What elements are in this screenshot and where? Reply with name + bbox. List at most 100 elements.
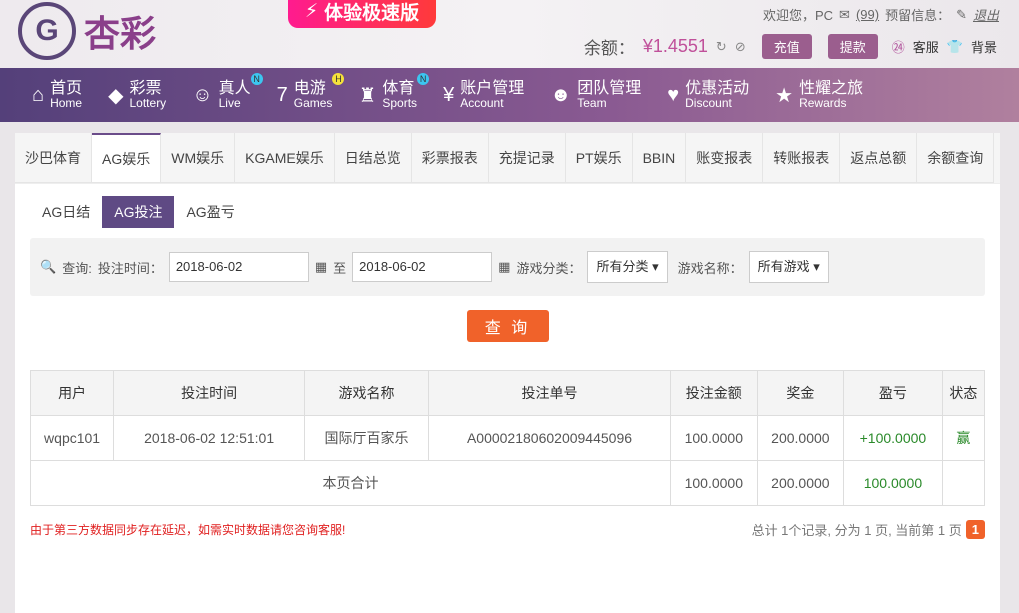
- calendar-icon[interactable]: ▦: [315, 259, 327, 275]
- category-value: 所有分类: [596, 259, 649, 274]
- tab-3[interactable]: KGAME娱乐: [235, 133, 335, 183]
- date-to-input[interactable]: 2018-06-02: [352, 252, 493, 282]
- nav-label-cn: 账户管理: [460, 80, 525, 97]
- top-header: G 杏彩 ⚡ 体验极速版 欢迎您，PC ✉ (99) 预留信息： ✎ 退出 余额： …: [0, 0, 1019, 68]
- table-cell: +100.0000: [843, 415, 943, 461]
- welcome-text: 欢迎您，PC: [762, 8, 834, 23]
- service-24-icon[interactable]: ㉔: [892, 37, 905, 56]
- table-cell: wqpc101: [29, 415, 115, 461]
- column-header: 投注时间: [113, 370, 306, 416]
- tab-11[interactable]: 返点总额: [840, 133, 918, 183]
- refresh-icon[interactable]: ↻: [716, 39, 727, 55]
- tab-12[interactable]: 余额查询: [917, 133, 995, 183]
- page-1-button[interactable]: 1: [965, 520, 985, 539]
- nav-label: 体育 Sports: [382, 80, 417, 110]
- nav-label-cn: 团队管理: [577, 80, 642, 97]
- nav-badge: N: [417, 73, 430, 85]
- nav-item-account[interactable]: ¥ 账户管理 Account: [443, 68, 524, 122]
- tab-8[interactable]: BBIN: [632, 133, 687, 183]
- edit-icon[interactable]: ✎: [956, 7, 967, 23]
- sports-icon: ♜: [358, 84, 377, 107]
- speed-version-button[interactable]: ⚡ 体验极速版: [288, 0, 436, 28]
- tab-10[interactable]: 转账报表: [763, 133, 841, 183]
- query-button[interactable]: 查 询: [466, 310, 549, 342]
- logout-link[interactable]: 退出: [973, 5, 999, 24]
- column-header: 盈亏: [843, 370, 943, 416]
- nav-label-en: Lottery: [129, 96, 167, 110]
- to-label: 至: [333, 260, 347, 276]
- column-header: 投注单号: [427, 370, 672, 416]
- date-from-input[interactable]: 2018-06-02: [168, 252, 309, 282]
- messages-link[interactable]: (99): [856, 7, 879, 22]
- lottery-icon: ◆: [108, 84, 124, 107]
- nav-label-en: Sports: [382, 96, 418, 110]
- logo-text: 杏彩: [84, 13, 157, 54]
- nav-item-home[interactable]: ⌂ 首页 Home: [32, 68, 82, 122]
- home-icon: ⌂: [32, 83, 45, 106]
- nav-item-games[interactable]: 7 电游 Games H: [277, 68, 345, 122]
- nav-badge: H: [332, 73, 345, 85]
- game-select[interactable]: 所有游戏 ▾: [748, 251, 829, 283]
- deposit-button[interactable]: 充值: [761, 34, 812, 59]
- nav-label-cn: 彩票: [129, 80, 162, 97]
- nav-item-discount[interactable]: ♥ 优惠活动 Discount: [667, 68, 749, 122]
- total-bonus: 200.0000: [756, 460, 845, 506]
- nav-label-cn: 优惠活动: [685, 80, 750, 97]
- bets-table: 用户 投注时间 游戏名称 投注单号 投注金额 奖金 盈亏 状态 wqpc101 2018-06-…: [29, 370, 986, 506]
- nav-label: 账户管理 Account: [460, 80, 524, 110]
- query-bar: 🔍 查询: 投注时间： 2018-06-02 ▦ 至 2018-06-02 ▦ …: [30, 238, 985, 296]
- service-link[interactable]: 客服: [913, 37, 939, 56]
- speed-label: 体验极速版: [324, 2, 420, 24]
- team-icon: ☻: [550, 83, 572, 106]
- background-link[interactable]: 背景: [971, 37, 997, 56]
- table-cell: 2018-06-02 12:51:01: [113, 415, 306, 461]
- tab-9[interactable]: 账变报表: [686, 133, 764, 183]
- shirt-icon[interactable]: 👕: [947, 39, 963, 55]
- tab-1[interactable]: AG娱乐: [92, 133, 162, 183]
- nav-item-rewards[interactable]: ★ 性耀之旅 Rewards: [775, 68, 863, 122]
- nav-label-en: Rewards: [799, 96, 847, 110]
- column-header: 奖金: [756, 370, 845, 416]
- balance-value: ¥1.4551: [642, 36, 708, 56]
- discount-icon: ♥: [667, 83, 680, 106]
- balance-label: 余额：: [583, 39, 635, 58]
- nav-label-en: Home: [50, 96, 83, 110]
- nav-item-lottery[interactable]: ◆ 彩票 Lottery: [108, 68, 166, 122]
- nav-label: 团队管理 Team: [577, 80, 641, 110]
- hide-eye-icon[interactable]: ⊘: [735, 39, 746, 55]
- table-row: wqpc101 2018-06-02 12:51:01 国际厅百家乐 A0000218…: [29, 415, 986, 461]
- withdraw-button[interactable]: 提款: [827, 34, 878, 59]
- tab-7[interactable]: PT娱乐: [565, 133, 633, 183]
- nav-label-en: Discount: [685, 96, 732, 110]
- tab-5[interactable]: 彩票报表: [411, 133, 489, 183]
- table-cell: A00002180602009445096: [427, 415, 672, 461]
- subtab-0[interactable]: AG日结: [30, 196, 102, 228]
- nav-item-team[interactable]: ☻ 团队管理 Team: [550, 68, 641, 122]
- nav-label-cn: 体育: [382, 80, 415, 97]
- subtab-2[interactable]: AG盈亏: [174, 196, 246, 228]
- nav-label-en: Live: [218, 96, 241, 110]
- nav-label-cn: 首页: [50, 80, 83, 97]
- total-row: 本页合计 100.0000 200.0000 100.0000: [29, 460, 986, 506]
- live-icon: ☺: [192, 83, 213, 106]
- logo[interactable]: G 杏彩: [18, 2, 156, 60]
- tab-0[interactable]: 沙巴体育: [15, 133, 92, 183]
- account-icon: ¥: [443, 83, 455, 106]
- nav-label-cn: 电游: [293, 80, 326, 97]
- mail-icon[interactable]: ✉: [839, 7, 850, 23]
- tab-6[interactable]: 充提记录: [488, 133, 566, 183]
- nav-item-sports[interactable]: ♜ 体育 Sports N: [358, 68, 430, 122]
- nav-label: 真人 Live: [219, 80, 251, 110]
- column-header: 投注金额: [670, 370, 758, 416]
- calendar-icon[interactable]: ▦: [498, 259, 510, 275]
- nav-label: 首页 Home: [50, 80, 82, 110]
- subtab-1[interactable]: AG投注: [102, 196, 175, 228]
- category-select[interactable]: 所有分类 ▾: [587, 251, 668, 283]
- search-icon: 🔍: [40, 259, 57, 274]
- nav-item-live[interactable]: ☺ 真人 Live N: [192, 68, 263, 122]
- tab-2[interactable]: WM娱乐: [161, 133, 236, 183]
- tab-4[interactable]: 日结总览: [334, 133, 412, 183]
- table-cell: 赢: [941, 415, 986, 461]
- nav-label-en: Team: [577, 96, 607, 110]
- total-bet: 100.0000: [670, 460, 758, 506]
